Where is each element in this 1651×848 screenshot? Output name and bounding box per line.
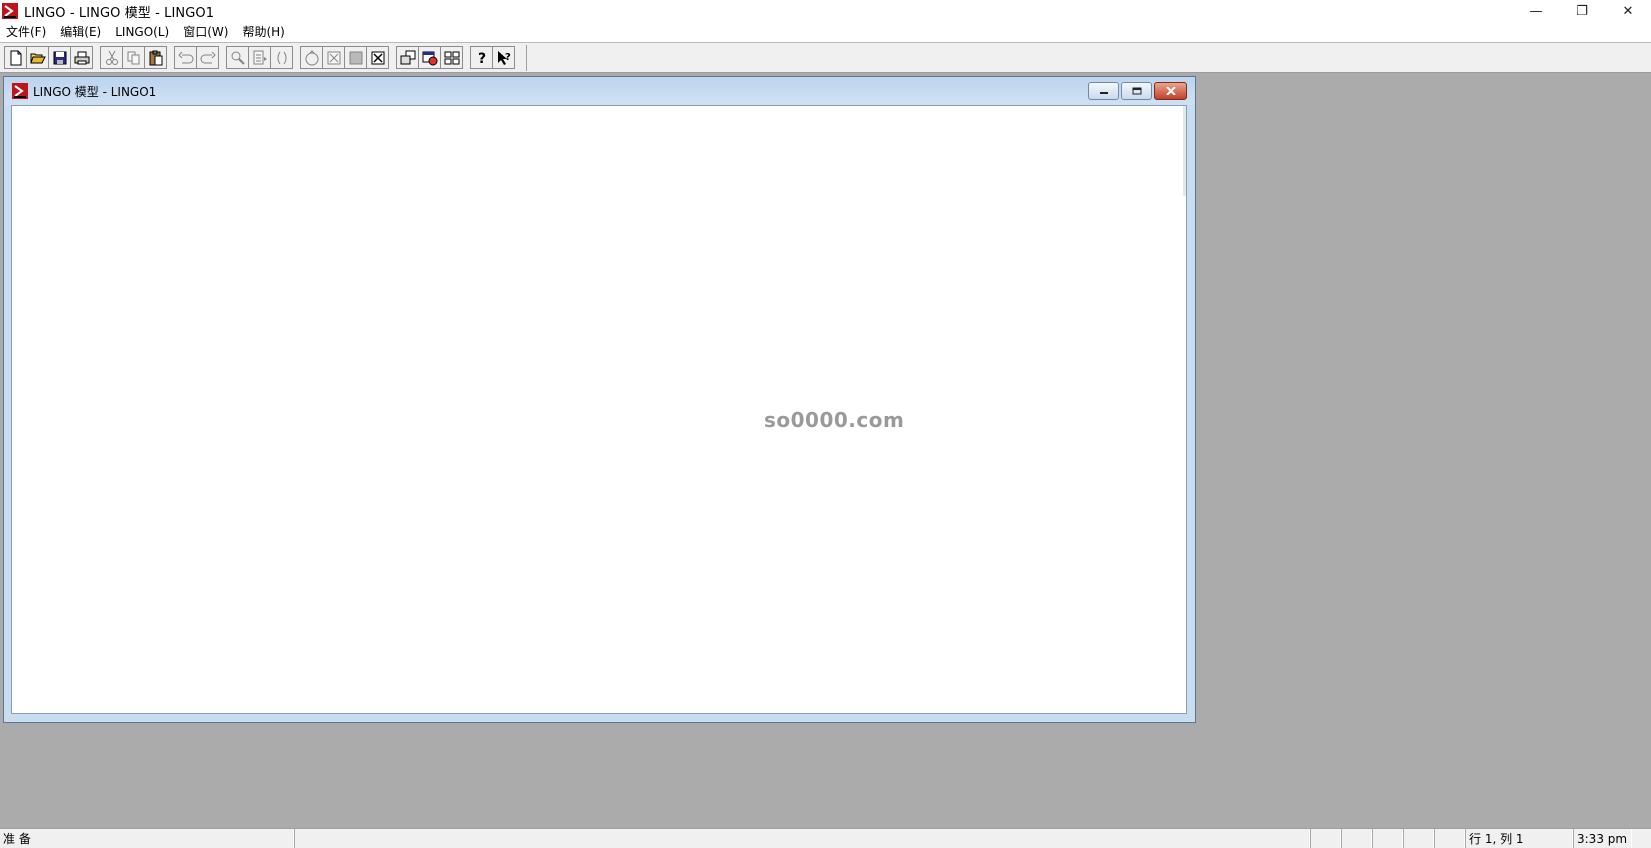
picture-icon: [349, 51, 362, 64]
redo-button[interactable]: [196, 46, 219, 69]
match-parenthesis-icon: [277, 51, 286, 64]
paste-button[interactable]: [144, 46, 167, 69]
find-button[interactable]: [226, 46, 249, 69]
send-to-back-button[interactable]: [396, 46, 419, 69]
close-all-icon: [371, 51, 384, 64]
toolbar: ? ?: [0, 42, 1651, 73]
status-cursor-position: 行 1, 列 1: [1465, 829, 1573, 848]
close-button[interactable]: ✕: [1605, 0, 1651, 22]
goto-line-button[interactable]: [248, 46, 271, 69]
new-icon: [10, 50, 21, 65]
save-icon: [53, 51, 66, 64]
print-icon: [74, 51, 89, 64]
svg-text:?: ?: [505, 52, 511, 63]
options-button[interactable]: [418, 46, 441, 69]
menu-file[interactable]: 文件(F): [6, 23, 46, 41]
model-window-title: LINGO 模型 - LINGO1: [33, 84, 157, 99]
mdi-client-area: LINGO 模型 - LINGO1 so0000.com: [0, 73, 1651, 828]
find-toolbar-group: [226, 46, 293, 69]
status-message-pane: [294, 829, 1310, 848]
menu-edit[interactable]: 编辑(E): [60, 23, 101, 41]
maximize-icon: [1132, 87, 1141, 95]
close-icon: [1165, 87, 1176, 95]
minimize-button[interactable]: —: [1513, 0, 1559, 22]
model-minimize-button[interactable]: [1088, 82, 1119, 100]
paste-icon: [149, 50, 162, 65]
app-title-bar: LINGO - LINGO 模型 - LINGO1 — ❐ ✕: [0, 0, 1651, 22]
model-window-controls: [1086, 82, 1187, 100]
options-icon: [422, 51, 437, 65]
app-title: LINGO - LINGO 模型 - LINGO1: [24, 5, 215, 21]
model-window-title-bar[interactable]: LINGO 模型 - LINGO1: [4, 77, 1195, 105]
help-icon: ?: [478, 51, 486, 66]
edit-toolbar-group: [100, 46, 167, 69]
status-bar: 准 备 行 1, 列 1 3:33 pm: [0, 828, 1651, 848]
tile-icon: [444, 51, 459, 64]
file-toolbar-group: [4, 46, 93, 69]
restore-button[interactable]: ❐: [1559, 0, 1605, 22]
solution-button[interactable]: [322, 46, 345, 69]
minimize-icon: [1099, 92, 1108, 94]
match-parenthesis-button[interactable]: [270, 46, 293, 69]
context-help-button[interactable]: ?: [492, 46, 515, 69]
context-help-icon: ?: [497, 50, 511, 65]
print-button[interactable]: [70, 46, 93, 69]
menu-lingo[interactable]: LINGO(L): [115, 23, 169, 41]
find-icon: [231, 51, 245, 65]
close-all-button[interactable]: [366, 46, 389, 69]
editor-scroll-edge: [1183, 106, 1186, 196]
solve-button[interactable]: [300, 46, 323, 69]
model-window: LINGO 模型 - LINGO1 so0000.com: [3, 76, 1196, 723]
cut-icon: [105, 50, 118, 65]
menu-help[interactable]: 帮助(H): [242, 23, 284, 41]
window-controls: — ❐ ✕: [1513, 0, 1651, 22]
tile-button[interactable]: [440, 46, 463, 69]
menu-bar: 文件(F) 编辑(E) LINGO(L) 窗口(W) 帮助(H): [0, 22, 1651, 42]
help-toolbar-group: ? ?: [470, 46, 515, 69]
model-editor[interactable]: so0000.com: [11, 105, 1187, 714]
copy-icon: [127, 51, 139, 64]
watermark: so0000.com: [764, 408, 905, 432]
goto-icon: [253, 50, 267, 64]
redo-icon: [200, 51, 216, 63]
status-pane-ovr: [1403, 829, 1434, 848]
model-maximize-button[interactable]: [1121, 82, 1152, 100]
lingo-model-icon[interactable]: [12, 83, 28, 99]
status-pane-num: [1341, 829, 1372, 848]
undo-icon: [177, 51, 193, 63]
status-ready: 准 备: [0, 829, 294, 848]
solve-icon: [305, 49, 318, 65]
status-pane-mode: [1434, 829, 1465, 848]
undo-toolbar-group: [174, 46, 219, 69]
solve-toolbar-group: [300, 46, 389, 69]
save-button[interactable]: [48, 46, 71, 69]
model-close-button[interactable]: [1154, 82, 1187, 100]
menu-window[interactable]: 窗口(W): [183, 23, 228, 41]
copy-button[interactable]: [122, 46, 145, 69]
undo-button[interactable]: [174, 46, 197, 69]
svg-text:?: ?: [478, 51, 486, 66]
status-pane-scroll: [1372, 829, 1403, 848]
new-button[interactable]: [4, 46, 27, 69]
open-icon: [29, 53, 46, 63]
send-to-back-icon: [400, 50, 415, 64]
lingo-app-icon[interactable]: [2, 3, 18, 19]
status-time: 3:33 pm: [1573, 829, 1632, 848]
help-button[interactable]: ?: [470, 46, 493, 69]
open-button[interactable]: [26, 46, 49, 69]
status-pane-caps: [1310, 829, 1341, 848]
picture-button[interactable]: [344, 46, 367, 69]
solution-icon: [327, 51, 340, 64]
window-toolbar-group: [396, 46, 463, 69]
toolbar-separator: [526, 44, 527, 71]
cut-button[interactable]: [100, 46, 123, 69]
